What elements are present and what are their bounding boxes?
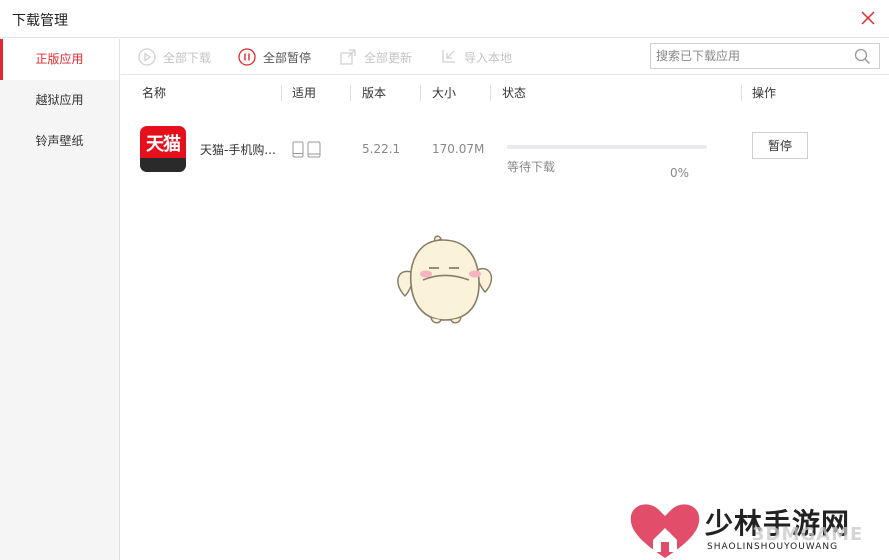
search-box [650,43,880,69]
update-icon [340,49,356,65]
column-divider [281,85,282,101]
update-all-label: 全部更新 [364,50,413,65]
window-title: 下载管理 [12,13,68,29]
sidebar-item-jailbreak-apps[interactable]: 越狱应用 [0,80,119,121]
heart-logo-icon [630,504,700,558]
sidebar-item-label: 铃声壁纸 [35,134,84,148]
tablet-icon [307,141,321,158]
app-icon-text: 天猫 [146,134,181,155]
sidebar: 正版应用 越狱应用 铃声壁纸 [0,39,120,560]
download-all-button[interactable]: 全部下载 [138,46,211,68]
app-size: 170.07M [432,142,485,156]
tmall-app-icon: 天猫 [140,126,186,172]
import-local-button[interactable]: 导入本地 [439,46,512,68]
column-divider [490,85,491,101]
pause-circle-icon [238,48,256,66]
play-circle-icon [138,48,156,66]
column-divider [420,85,421,101]
download-status: 等待下载 [507,160,556,174]
column-divider [350,85,351,101]
column-divider [741,85,742,101]
column-header-name: 名称 [142,86,167,100]
import-local-label: 导入本地 [464,50,513,65]
site-watermark: 少林手游网 3DMGAME SHAOLINSHOUYOUWANG [627,500,889,560]
column-header-action: 操作 [752,86,777,100]
watermark-subtitle: SHAOLINSHOUYOUWANG [707,542,839,552]
column-header-size: 大小 [432,86,457,100]
device-icons [292,141,321,158]
search-input[interactable] [656,47,846,65]
title-bar: 下载管理 [0,0,889,38]
pause-button[interactable]: 暂停 [752,132,808,159]
close-icon[interactable] [859,9,877,27]
pause-all-button[interactable]: 全部暂停 [238,46,311,68]
download-all-label: 全部下载 [163,50,212,65]
app-version: 5.22.1 [362,142,401,156]
table-row: 天猫 天猫-手机购... 5.22.1 170.07M 等待下载 0% 暂停 [121,120,889,180]
sidebar-item-official-apps[interactable]: 正版应用 [0,39,119,80]
sidebar-item-ringtones-wallpapers[interactable]: 铃声壁纸 [0,121,119,162]
download-progress-bar [507,145,707,149]
sidebar-item-label: 越狱应用 [35,93,84,107]
column-header-version: 版本 [362,86,387,100]
search-icon[interactable] [854,48,871,68]
import-icon [442,50,455,63]
mascot-illustration [393,234,495,327]
app-name: 天猫-手机购... [200,143,276,157]
toolbar: 全部下载 全部暂停 全部更新 导入本地 [121,39,889,75]
update-all-button[interactable]: 全部更新 [339,46,412,68]
download-percent: 0% [670,166,690,180]
sidebar-item-label: 正版应用 [35,52,84,66]
table-header: 名称 适用 版本 大小 状态 操作 [121,76,889,110]
pause-all-label: 全部暂停 [263,50,312,65]
column-header-device: 适用 [292,86,317,100]
column-header-status: 状态 [502,86,527,100]
phone-icon [292,141,304,158]
